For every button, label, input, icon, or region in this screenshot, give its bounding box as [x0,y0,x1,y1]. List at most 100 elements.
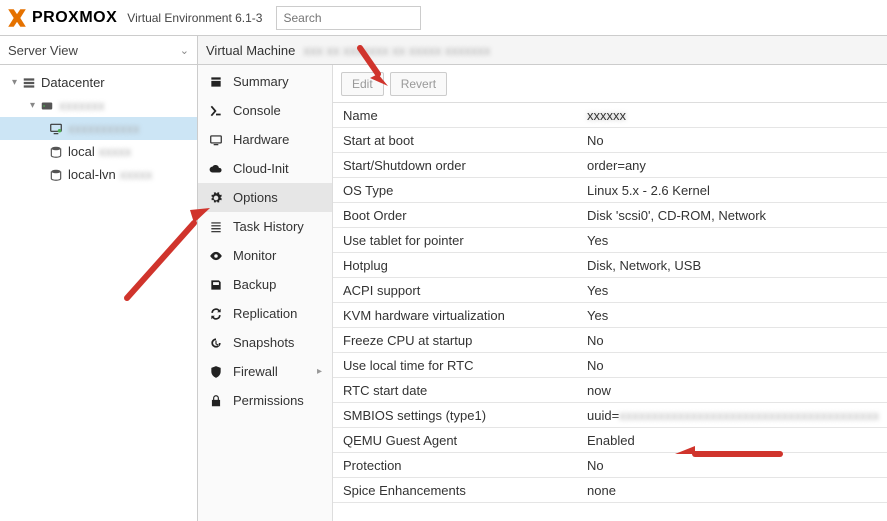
tab-firewall[interactable]: Firewall ▸ [198,357,332,386]
tab-permissions[interactable]: Permissions [198,386,332,415]
chevron-right-icon: ▸ [317,366,322,377]
option-row[interactable]: Boot OrderDisk 'scsi0', CD-ROM, Network [333,203,887,228]
option-row[interactable]: Start at bootNo [333,128,887,153]
option-value: No [581,358,604,373]
option-row[interactable]: HotplugDisk, Network, USB [333,253,887,278]
history-icon [208,336,224,350]
tab-monitor[interactable]: Monitor [198,241,332,270]
tab-label: Firewall [233,364,278,379]
option-key: OS Type [333,183,581,198]
tab-cloud-init[interactable]: Cloud-Init [198,154,332,183]
option-key: Spice Enhancements [333,483,581,498]
tab-label: Cloud-Init [233,161,289,176]
edit-button[interactable]: Edit [341,72,384,96]
expand-icon: ▾ [30,100,35,111]
option-row[interactable]: Freeze CPU at startupNo [333,328,887,353]
vm-title-blur: xxx xx xxxxxxx xx xxxxx xxxxxxx [303,43,490,58]
tab-label: Task History [233,219,304,234]
option-row[interactable]: QEMU Guest AgentEnabled [333,428,887,453]
tab-label: Hardware [233,132,289,147]
revert-button[interactable]: Revert [390,72,447,96]
tab-console[interactable]: Console [198,96,332,125]
option-key: Start at boot [333,133,581,148]
option-value: Disk, Network, USB [581,258,701,273]
main-content: Server View ⌄ ▾ Datacenter ▾ xxxxxxx [0,36,887,521]
top-bar: PROXMOX Virtual Environment 6.1-3 [0,0,887,36]
datacenter-icon [21,76,37,90]
option-value: No [581,133,604,148]
disk-icon [48,168,64,182]
tab-snapshots[interactable]: Snapshots [198,328,332,357]
server-icon [39,99,55,113]
option-row[interactable]: OS TypeLinux 5.x - 2.6 Kernel [333,178,887,203]
tree-label-blur: xxxxxxxxxxx [68,121,140,136]
option-row[interactable]: Namexxxxxx [333,103,887,128]
vm-title-label: Virtual Machine [206,43,295,58]
option-key: Use tablet for pointer [333,233,581,248]
panel-toolbar: Edit Revert [333,65,887,103]
version-label: Virtual Environment 6.1-3 [127,11,262,25]
eye-icon [208,249,224,263]
chevron-down-icon: ⌄ [180,44,189,57]
tab-label: Permissions [233,393,304,408]
tree-storage-local[interactable]: localxxxxx [0,140,197,163]
option-value: Linux 5.x - 2.6 Kernel [581,183,710,198]
tab-options[interactable]: Options [198,183,332,212]
logo: PROXMOX [6,8,117,28]
option-row[interactable]: KVM hardware virtualizationYes [333,303,887,328]
option-row[interactable]: SMBIOS settings (type1)uuid=xxxxxxxxxxxx… [333,403,887,428]
tree-storage-local-lvn[interactable]: local-lvnxxxxx [0,163,197,186]
option-row[interactable]: Use tablet for pointerYes [333,228,887,253]
tab-replication[interactable]: Replication [198,299,332,328]
view-selector[interactable]: Server View ⌄ [0,36,197,65]
tab-summary[interactable]: Summary [198,67,332,96]
option-value: xxxxxx [581,108,626,123]
tree-vm-selected[interactable]: xxxxxxxxxxx [0,117,197,140]
view-label: Server View [8,43,78,58]
hardware-icon [208,133,224,147]
option-key: Freeze CPU at startup [333,333,581,348]
tab-label: Snapshots [233,335,294,350]
option-value: uuid=xxxxxxxxxxxxxxxxxxxxxxxxxxxxxxxxxxx… [581,408,879,423]
option-key: RTC start date [333,383,581,398]
option-key: Use local time for RTC [333,358,581,373]
tab-task-history[interactable]: Task History [198,212,332,241]
option-row[interactable]: Spice Enhancementsnone [333,478,887,503]
option-key: QEMU Guest Agent [333,433,581,448]
monitor-icon [48,122,64,136]
side-tabs: Summary Console Hardware Cloud-Init Opti… [198,65,333,521]
option-row[interactable]: ACPI supportYes [333,278,887,303]
option-value: Disk 'scsi0', CD-ROM, Network [581,208,766,223]
tree-label-blur: xxxxx [99,144,132,159]
tab-backup[interactable]: Backup [198,270,332,299]
tree-label-blur: xxxxx [120,167,153,182]
options-panel: Edit Revert NamexxxxxxStart at bootNoSta… [333,65,887,521]
tab-label: Summary [233,74,289,89]
proxmox-logo-icon [6,8,28,28]
option-row[interactable]: Use local time for RTCNo [333,353,887,378]
tree-node[interactable]: ▾ xxxxxxx [0,94,197,117]
logo-text: PROXMOX [32,9,117,27]
option-row[interactable]: ProtectionNo [333,453,887,478]
option-key: SMBIOS settings (type1) [333,408,581,423]
summary-icon [208,75,224,89]
option-key: KVM hardware virtualization [333,308,581,323]
option-row[interactable]: RTC start datenow [333,378,887,403]
tree-label: Datacenter [41,75,105,90]
option-key: Start/Shutdown order [333,158,581,173]
option-value: No [581,333,604,348]
tab-label: Monitor [233,248,276,263]
vm-title-bar: Virtual Machine xxx xx xxxxxxx xx xxxxx … [198,36,887,65]
option-row[interactable]: Start/Shutdown orderorder=any [333,153,887,178]
content-row: Summary Console Hardware Cloud-Init Opti… [198,65,887,521]
console-icon [208,104,224,118]
tree-label-blur: xxxxxxx [59,98,105,113]
left-column: Server View ⌄ ▾ Datacenter ▾ xxxxxxx [0,36,198,521]
tree-datacenter[interactable]: ▾ Datacenter [0,71,197,94]
option-key: ACPI support [333,283,581,298]
search-input[interactable] [276,6,421,30]
list-icon [208,220,224,234]
option-value: No [581,458,604,473]
tab-hardware[interactable]: Hardware [198,125,332,154]
option-value: order=any [581,158,646,173]
